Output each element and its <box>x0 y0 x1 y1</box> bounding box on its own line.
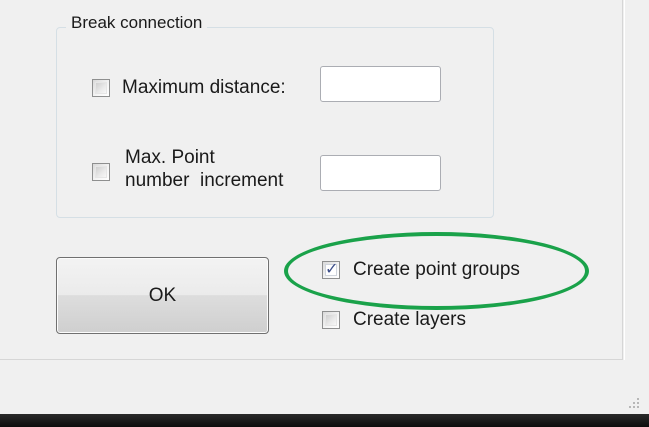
max-point-increment-label-line2: number increment <box>125 170 284 191</box>
max-distance-label: Maximum distance: <box>122 77 286 98</box>
checkmark-icon: ✓ <box>325 261 339 278</box>
ok-button[interactable]: OK <box>56 257 269 334</box>
create-point-groups-checkbox[interactable]: ✓ <box>322 261 340 279</box>
max-distance-input[interactable] <box>320 66 441 102</box>
panel-edge <box>624 0 625 360</box>
window-bottom-edge <box>0 414 649 427</box>
create-layers-checkbox[interactable] <box>322 311 340 329</box>
create-point-groups-label: Create point groups <box>353 259 520 280</box>
max-point-increment-label-line1: Max. Point <box>125 147 215 168</box>
create-layers-label: Create layers <box>353 309 466 330</box>
dialog-window: Break connection Maximum distance: Max. … <box>0 0 649 427</box>
max-point-increment-checkbox[interactable] <box>92 163 110 181</box>
break-connection-title: Break connection <box>66 12 208 34</box>
max-point-increment-input[interactable] <box>320 155 441 191</box>
resize-grip-icon[interactable] <box>625 396 641 412</box>
max-distance-checkbox[interactable] <box>92 79 110 97</box>
